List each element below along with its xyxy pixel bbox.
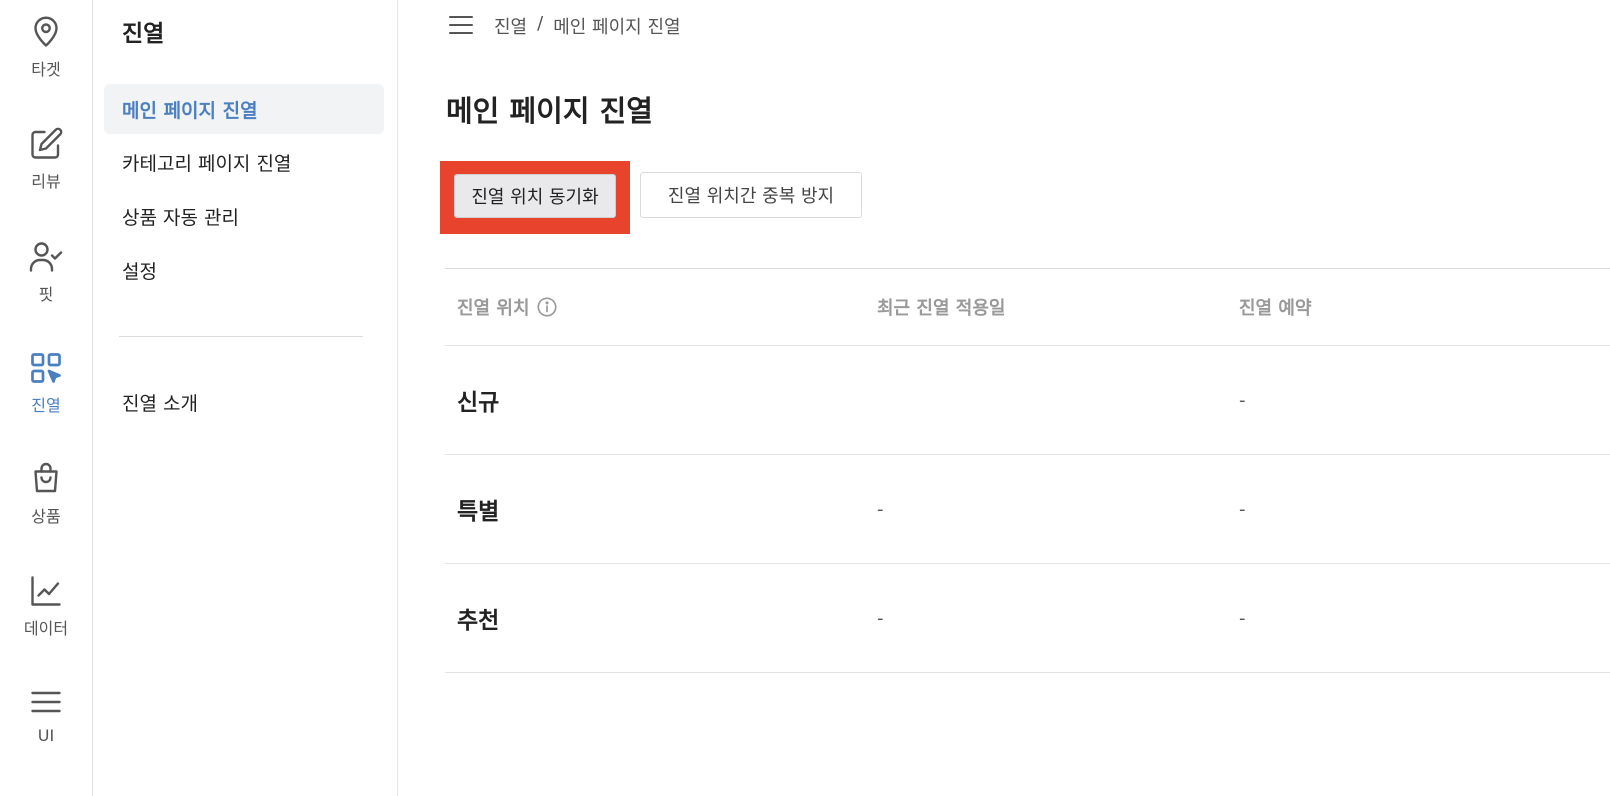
sidebar-item-display-intro[interactable]: 진열 소개	[104, 377, 384, 427]
row-name: 특별	[457, 499, 500, 525]
rail-label: 상품	[31, 507, 61, 526]
rail-item-data[interactable]: 데이터	[0, 559, 92, 659]
sync-display-position-button[interactable]: 진열 위치 동기화	[454, 174, 616, 218]
header-position: 진열 위치	[457, 298, 530, 319]
header-reservation: 진열 예약	[1239, 298, 1312, 319]
row-applied: -	[877, 498, 884, 520]
sidebar-divider	[119, 336, 363, 337]
rail-item-review[interactable]: 리뷰	[0, 112, 92, 212]
info-icon[interactable]	[536, 296, 558, 318]
highlight-box: 진열 위치 동기화	[440, 161, 630, 234]
user-check-icon	[29, 242, 63, 272]
header-cell: 최근 진열 적용일	[877, 269, 1005, 345]
rail-item-target[interactable]: 타겟	[0, 0, 92, 100]
header-cell: 진열 예약	[1239, 269, 1312, 345]
sidebar-item-main-page-display[interactable]: 메인 페이지 진열	[104, 84, 384, 134]
header-recent-applied: 최근 진열 적용일	[877, 298, 1006, 319]
section-sidebar: 진열 메인 페이지 진열 카테고리 페이지 진열 상품 자동 관리 설정 진열 …	[93, 0, 398, 796]
rail-label: 데이터	[23, 619, 69, 638]
menu-icon	[31, 691, 61, 713]
main-content: 진열 / 메인 페이지 진열 메인 페이지 진열 진열 위치 동기화 진열 위치…	[398, 0, 1610, 796]
rail-item-product[interactable]: 상품	[0, 447, 92, 547]
icon-rail: 타겟 리뷰 핏 진열 상품 데이터 UI	[0, 0, 93, 796]
line-chart-icon	[31, 576, 61, 606]
table-row[interactable]: 특별 - -	[445, 455, 1610, 564]
sidebar-item-auto-product-management[interactable]: 상품 자동 관리	[104, 191, 384, 241]
row-name: 신규	[457, 390, 500, 416]
map-pin-icon	[34, 16, 58, 47]
row-reservation: -	[1239, 498, 1246, 520]
display-position-table: 진열 위치 최근 진열 적용일 진열 예약 신규 - 특별 - - 추천 - -	[445, 268, 1610, 673]
breadcrumb-current: 메인 페이지 진열	[553, 17, 681, 38]
rail-item-ui[interactable]: UI	[0, 670, 92, 770]
rail-label: 리뷰	[31, 172, 61, 191]
breadcrumb-separator: /	[537, 13, 544, 34]
grid-cursor-icon	[31, 353, 61, 383]
shopping-bag-icon	[34, 462, 58, 493]
sidebar-item-settings[interactable]: 설정	[104, 245, 384, 295]
row-applied: -	[877, 607, 884, 629]
row-reservation: -	[1239, 607, 1246, 629]
rail-label: 타겟	[31, 60, 61, 79]
header-cell: 진열 위치	[457, 269, 558, 345]
edit-icon	[31, 127, 63, 159]
row-reservation: -	[1239, 389, 1246, 411]
table-row[interactable]: 추천 - -	[445, 564, 1610, 673]
sidebar-title: 진열	[122, 21, 165, 47]
rail-item-fit[interactable]: 핏	[0, 225, 92, 325]
row-name: 추천	[457, 608, 500, 634]
table-header: 진열 위치 최근 진열 적용일 진열 예약	[445, 268, 1610, 346]
rail-label: 진열	[31, 396, 61, 415]
page-title: 메인 페이지 진열	[446, 94, 653, 128]
prevent-duplicate-button[interactable]: 진열 위치간 중복 방지	[640, 172, 862, 218]
breadcrumb-parent[interactable]: 진열	[494, 13, 527, 39]
hamburger-icon[interactable]	[448, 14, 474, 36]
rail-label: UI	[37, 726, 55, 745]
sidebar-item-category-page-display[interactable]: 카테고리 페이지 진열	[104, 137, 384, 187]
table-row[interactable]: 신규 -	[445, 346, 1610, 455]
rail-label: 핏	[38, 285, 54, 304]
breadcrumb: 진열 / 메인 페이지 진열	[494, 13, 681, 39]
rail-item-display[interactable]: 진열	[0, 336, 92, 436]
